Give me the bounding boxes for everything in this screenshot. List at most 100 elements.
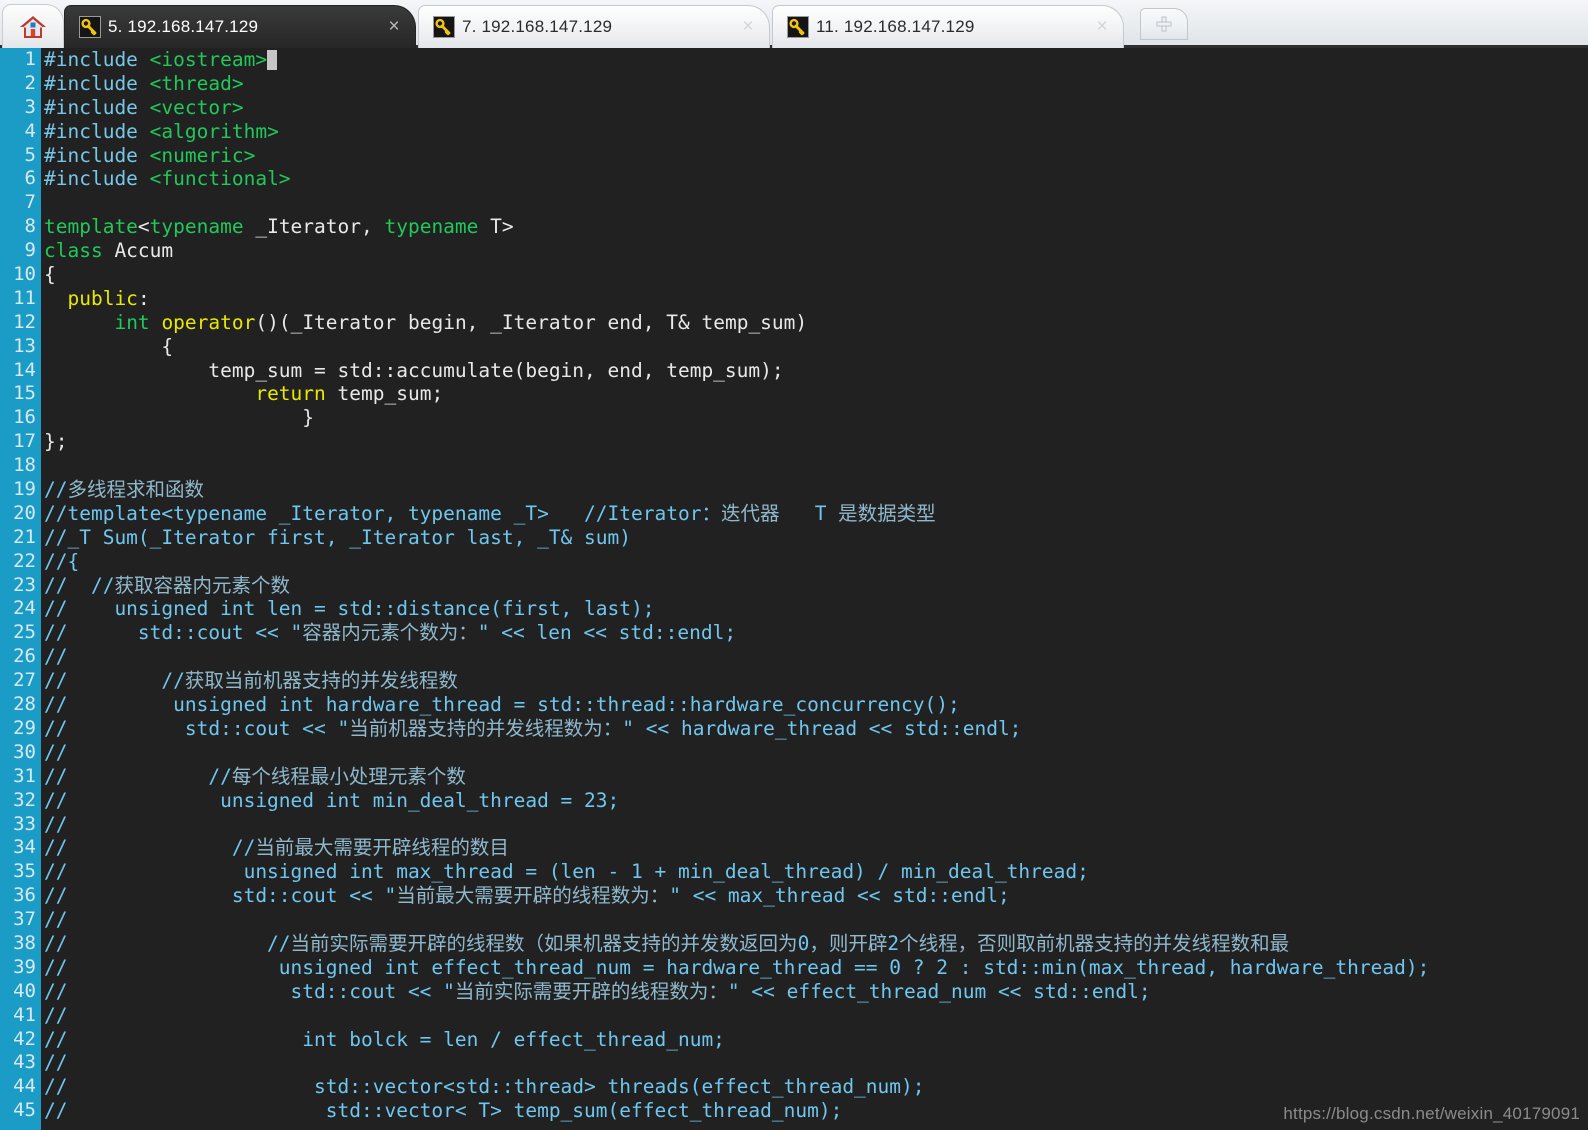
close-icon[interactable]: × xyxy=(735,16,761,38)
code-line[interactable]: 33 // xyxy=(0,813,1588,837)
code-line[interactable]: 36 // std::cout << "当前最大需要开辟的线程数为：" << ma… xyxy=(0,884,1588,908)
code-token: #include xyxy=(44,95,150,119)
line-content: #include <iostream> xyxy=(44,48,278,72)
line-number: 13 xyxy=(13,334,36,357)
line-content: // xyxy=(44,645,67,669)
line-content: // std::cout << "当前机器支持的并发线程数为：" << hard… xyxy=(44,717,1021,741)
code-token: #include xyxy=(44,48,150,71)
line-content: #include <vector> xyxy=(44,96,244,120)
code-line[interactable]: 28 // unsigned int hardware_thread = std:… xyxy=(0,693,1588,717)
home-button[interactable] xyxy=(2,4,64,48)
line-content: // unsigned int hardware_thread = std::t… xyxy=(44,693,960,717)
code-line[interactable]: 26 // xyxy=(0,645,1588,669)
code-line[interactable]: 6 #include <functional> xyxy=(0,167,1588,191)
code-token: class xyxy=(44,239,103,263)
code-line[interactable]: 40 // std::cout << "当前实际需要开辟的线程数为：" << ef… xyxy=(0,980,1588,1004)
code-line[interactable]: 43 // xyxy=(0,1051,1588,1075)
code-line[interactable]: 8 template<typename _Iterator, typename T… xyxy=(0,215,1588,239)
code-line[interactable]: 10 { xyxy=(0,263,1588,287)
line-number: 20 xyxy=(13,501,36,524)
code-token: // xyxy=(44,740,68,764)
code-line[interactable]: 32 // unsigned int min_deal_thread = 23; xyxy=(0,789,1588,813)
code-line[interactable]: 4 #include <algorithm> xyxy=(0,120,1588,144)
code-editor[interactable]: 1 #include <iostream> 2 #include <thread> 3 #… xyxy=(0,48,1588,1130)
code-line[interactable]: 7 xyxy=(0,191,1588,215)
line-number: 33 xyxy=(13,812,36,835)
line-content: // int bolck = len / effect_thread_num; xyxy=(44,1028,725,1052)
tab-5[interactable]: 5. 192.168.147.129 × xyxy=(64,5,416,48)
code-line[interactable]: 3 #include <vector> xyxy=(0,96,1588,120)
code-token: 获取当前机器支持的并发线程数 xyxy=(184,669,458,693)
code-line[interactable]: 35 // unsigned int max_thread = (len - 1 … xyxy=(0,860,1588,884)
code-line[interactable]: 25 // std::cout << "容器内元素个数为：" << len << … xyxy=(0,621,1588,645)
code-token: <vector> xyxy=(149,95,244,119)
tab-11[interactable]: 11. 192.168.147.129 × xyxy=(772,5,1124,48)
code-token: // xyxy=(44,478,68,502)
code-token: // unsigned int effect_thread_num = hard… xyxy=(44,955,1430,979)
line-content: // //每个线程最小处理元素个数 xyxy=(44,765,466,789)
line-content: // std::cout << "当前最大需要开辟的线程数为：" << max_… xyxy=(44,884,1010,908)
code-line[interactable]: 21 //_T Sum(_Iterator first, _Iterator la… xyxy=(0,526,1588,550)
code-line[interactable]: 31 // //每个线程最小处理元素个数 xyxy=(0,765,1588,789)
tab-bar: 5. 192.168.147.129 × 7. 192.168.147.129 … xyxy=(0,0,1588,48)
code-line[interactable]: 24 // unsigned int len = std::distance(fi… xyxy=(0,597,1588,621)
code-line[interactable]: 9 class Accum xyxy=(0,239,1588,263)
code-token: // xyxy=(44,812,68,836)
key-icon xyxy=(433,16,455,38)
code-line[interactable]: 20 //template<typename _Iterator, typenam… xyxy=(0,502,1588,526)
line-content: // std::cout << "当前实际需要开辟的线程数为：" << effe… xyxy=(44,980,1151,1004)
code-line[interactable]: 42 // int bolck = len / effect_thread_num… xyxy=(0,1028,1588,1052)
line-content: //{ xyxy=(44,550,79,574)
code-line[interactable]: 18 xyxy=(0,454,1588,478)
code-line[interactable]: 23 // //获取容器内元素个数 xyxy=(0,574,1588,598)
code-token: Accum xyxy=(102,239,174,263)
code-line[interactable]: 27 // //获取当前机器支持的并发线程数 xyxy=(0,669,1588,693)
code-token: 2 xyxy=(887,931,900,955)
tab-7[interactable]: 7. 192.168.147.129 × xyxy=(418,5,770,48)
line-number: 8 xyxy=(24,215,36,238)
code-line[interactable]: 44 // std::vector<std::thread> threads(ef… xyxy=(0,1075,1588,1099)
code-line[interactable]: 38 // //当前实际需要开辟的线程数（如果机器支持的并发数返回为0，则开辟2个… xyxy=(0,932,1588,956)
code-token: #include xyxy=(44,71,150,95)
line-number: 28 xyxy=(13,693,36,716)
code-line[interactable]: 22 //{ xyxy=(0,550,1588,574)
code-token: // unsigned int max_thread = (len - 1 + … xyxy=(44,860,1089,884)
code-line[interactable]: 13 { xyxy=(0,335,1588,359)
code-line[interactable]: 15 return temp_sum; xyxy=(0,382,1588,406)
code-line[interactable]: 37 // xyxy=(0,908,1588,932)
code-line[interactable]: 12 int operator()(_Iterator begin, _Iter… xyxy=(0,311,1588,335)
code-token: ()(_Iterator begin, _Iterator end, T& te… xyxy=(255,310,808,334)
code-line[interactable]: 29 // std::cout << "当前机器支持的并发线程数为：" << ha… xyxy=(0,717,1588,741)
code-line[interactable]: 30 // xyxy=(0,741,1588,765)
line-number: 23 xyxy=(13,573,36,596)
code-line[interactable]: 19 //多线程求和函数 xyxy=(0,478,1588,502)
close-icon[interactable]: × xyxy=(381,16,407,38)
code-line[interactable]: 11 public: xyxy=(0,287,1588,311)
code-lines[interactable]: 1 #include <iostream> 2 #include <thread> 3 #… xyxy=(0,48,1588,1130)
code-line[interactable]: 14 temp_sum = std::accumulate(begin, end… xyxy=(0,359,1588,383)
new-tab-button[interactable] xyxy=(1140,8,1188,40)
code-token: " << effect_thread_num << std::endl; xyxy=(727,979,1151,1003)
line-number: 21 xyxy=(13,525,36,548)
line-content: // std::cout << "容器内元素个数为：" << len << st… xyxy=(44,621,736,645)
code-line[interactable]: 1 #include <iostream> xyxy=(0,48,1588,72)
close-icon[interactable]: × xyxy=(1089,16,1115,38)
code-line[interactable]: 5 #include <numeric> xyxy=(0,144,1588,168)
code-token: " << max_thread << std::endl; xyxy=(669,884,1010,908)
line-number: 22 xyxy=(13,549,36,572)
code-token: // std::cout << " xyxy=(44,979,455,1003)
code-token: #include xyxy=(44,143,150,167)
code-line[interactable]: 2 #include <thread> xyxy=(0,72,1588,96)
code-token: // // xyxy=(44,764,232,788)
code-token: ，则开辟 xyxy=(809,931,888,955)
code-token: temp_sum; xyxy=(325,382,444,406)
line-number: 34 xyxy=(13,836,36,859)
code-line[interactable]: 17}; xyxy=(0,430,1588,454)
code-line[interactable]: 41 // xyxy=(0,1004,1588,1028)
code-line[interactable]: 39 // unsigned int effect_thread_num = ha… xyxy=(0,956,1588,980)
code-line[interactable]: 34 // //当前最大需要开辟线程的数目 xyxy=(0,836,1588,860)
code-line[interactable]: 16 } xyxy=(0,406,1588,430)
line-content: // //获取当前机器支持的并发线程数 xyxy=(44,669,458,693)
line-content: public: xyxy=(44,287,149,311)
